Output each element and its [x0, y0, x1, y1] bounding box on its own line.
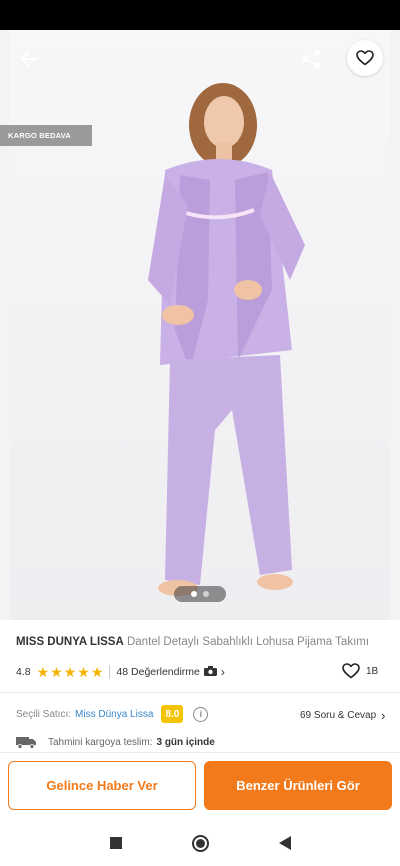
shipping-label: Tahmini kargoya teslim: [48, 736, 153, 748]
star-icon: ★ [50, 664, 63, 680]
brand-name[interactable]: MİSS DÜNYA LİSSA [16, 636, 124, 648]
product-name: Dantel Detaylı Sabahlıklı Lohusa Pijama … [126, 636, 370, 648]
divider [0, 752, 400, 753]
seller-score-badge: 8.0 [161, 705, 184, 723]
pager-dot-active[interactable] [191, 591, 197, 597]
recent-apps-button[interactable] [109, 837, 122, 849]
rating-row[interactable]: 4.8 ★ ★ ★ ★ ★ 48 Değerlendirme › [16, 662, 386, 682]
divider [0, 692, 400, 693]
share-button[interactable] [296, 44, 326, 74]
star-icon: ★ [36, 664, 50, 680]
heart-outline-icon [356, 50, 374, 66]
product-photo [10, 30, 390, 620]
review-count[interactable]: 48 Değerlendirme [116, 666, 199, 678]
product-image-gallery[interactable]: KARGO BEDAVA [0, 30, 400, 620]
system-back-button[interactable] [278, 836, 291, 850]
status-bar [0, 0, 400, 30]
like-count: 1B [366, 665, 379, 677]
truck-icon [16, 737, 36, 749]
shipping-value: 3 gün içinde [156, 736, 215, 748]
qa-label: 69 Soru & Cevap [300, 710, 377, 721]
pager-dot[interactable] [203, 591, 209, 597]
shipping-estimate: Tahmini kargoya teslim: 3 gün içinde [16, 733, 386, 751]
rating-value: 4.8 [16, 666, 31, 678]
favorite-button[interactable] [347, 40, 383, 76]
product-title: MİSS DÜNYA LİSSA Dantel Detaylı Sabahlık… [16, 636, 386, 648]
notify-when-available-button[interactable]: Gelince Haber Ver [8, 761, 196, 810]
chevron-right-icon: › [381, 708, 386, 723]
see-similar-products-button[interactable]: Benzer Ürünleri Gör [204, 761, 392, 810]
star-rating: ★ ★ ★ ★ ★ [37, 665, 104, 679]
star-icon: ★ [77, 664, 90, 680]
seller-label: Seçili Satıcı: [16, 708, 72, 720]
arrow-left-icon [21, 52, 37, 66]
image-pager[interactable] [174, 586, 226, 602]
free-shipping-badge: KARGO BEDAVA [0, 125, 92, 146]
system-navigation-bar [0, 820, 400, 866]
back-button[interactable] [14, 44, 44, 74]
seller-link[interactable]: Miss Dünya Lissa [75, 709, 153, 720]
home-button[interactable] [191, 834, 209, 852]
heart-outline-icon [342, 663, 360, 679]
chevron-right-icon: › [220, 665, 225, 679]
star-icon: ★ [90, 664, 104, 680]
model-illustration [148, 83, 305, 596]
questions-answers-link[interactable]: 69 Soru & Cevap › [300, 708, 386, 723]
share-icon [302, 49, 320, 69]
star-icon: ★ [63, 664, 77, 680]
divider [109, 665, 111, 679]
likes[interactable]: 1B [342, 663, 378, 679]
info-icon[interactable]: i [193, 706, 209, 722]
camera-icon [203, 665, 217, 679]
